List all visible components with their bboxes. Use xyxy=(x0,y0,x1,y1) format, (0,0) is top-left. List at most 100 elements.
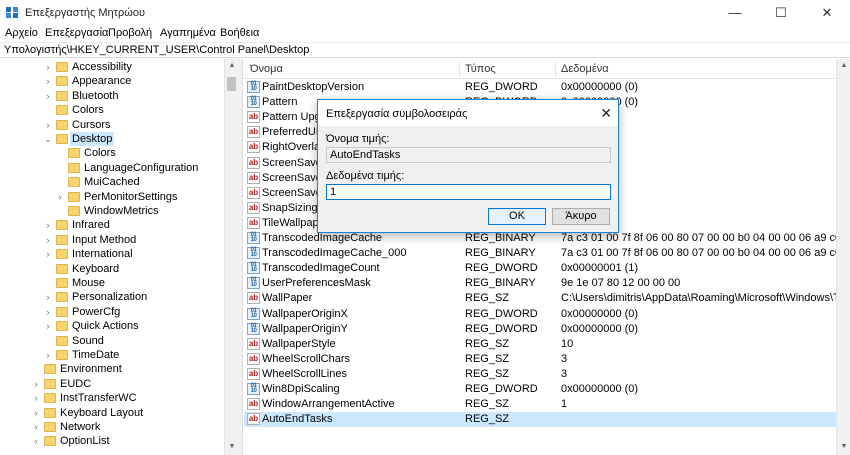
tree-item[interactable]: › PerMonitorSettings xyxy=(0,190,225,204)
table-row[interactable]: 01 10 TranscodedImageCache_000 REG_BINARY 7… xyxy=(244,246,836,261)
tree-item[interactable]: › Appearance xyxy=(0,74,225,88)
table-row[interactable]: ab AutoEndTasks REG_SZ xyxy=(244,412,836,428)
expand-icon[interactable]: › xyxy=(43,290,53,304)
tree-item[interactable]: › Keyboard Layout xyxy=(0,406,225,420)
table-row[interactable]: ab WallPaper REG_SZ C:\Users\dimitris\AppDa… xyxy=(244,291,836,306)
table-row[interactable]: ab WheelScrollLines REG_SZ 3 xyxy=(244,367,836,382)
expand-icon[interactable]: › xyxy=(43,218,53,232)
menu-edit[interactable]: Επεξεργασία xyxy=(45,27,108,39)
tree-item[interactable]: › TimeDate xyxy=(0,348,225,362)
tree-item[interactable]: Colors xyxy=(0,146,225,160)
collapse-icon[interactable]: ⌄ xyxy=(43,132,53,146)
tree-item[interactable]: › Personalization xyxy=(0,290,225,304)
list-scrollbar[interactable]: ▲ ▼ xyxy=(836,59,850,455)
value-name: Pattern xyxy=(262,96,298,109)
expand-icon[interactable]: › xyxy=(43,305,53,319)
folder-icon xyxy=(44,378,56,389)
tree-item[interactable]: MuiCached xyxy=(0,175,225,189)
tree-item[interactable]: › Accessibility xyxy=(0,60,225,74)
string-value-icon: ab xyxy=(247,413,260,426)
string-value-icon: ab xyxy=(247,337,260,350)
cancel-button[interactable]: Άκυρο xyxy=(552,208,610,225)
tree-item[interactable]: ⌄ Desktop xyxy=(0,132,225,146)
tree-item[interactable]: WindowMetrics xyxy=(0,204,225,218)
tree-item[interactable]: › Network xyxy=(0,420,225,434)
column-header-name[interactable]: Όνομα xyxy=(250,63,283,75)
table-row[interactable]: 01 10 PaintDesktopVersion REG_DWORD 0x00000… xyxy=(244,80,836,95)
list-header: Όνομα Τύπος Δεδομένα xyxy=(244,59,836,79)
table-row[interactable]: 01 10 UserPreferencesMask REG_BINARY 9e 1e … xyxy=(244,276,836,291)
tree-scroll-thumb[interactable] xyxy=(227,77,236,91)
expand-icon[interactable]: › xyxy=(31,377,41,391)
value-data: 1 xyxy=(561,398,568,411)
folder-icon xyxy=(56,105,68,116)
tree-item[interactable]: LanguageConfiguration xyxy=(0,161,225,175)
column-header-data[interactable]: Δεδομένα xyxy=(561,63,609,75)
expand-icon[interactable]: › xyxy=(43,118,53,132)
expand-icon[interactable]: › xyxy=(43,247,53,261)
table-row[interactable]: 01 10 TranscodedImageCount REG_DWORD 0x0000… xyxy=(244,261,836,276)
value-data-input[interactable]: 1 xyxy=(326,184,611,200)
minimize-button[interactable]: — xyxy=(712,0,758,26)
table-row[interactable]: ab WallpaperStyle REG_SZ 10 xyxy=(244,337,836,352)
expand-icon[interactable]: › xyxy=(43,348,53,362)
expand-icon[interactable]: › xyxy=(43,89,53,103)
tree-item-label: Mouse xyxy=(72,277,106,289)
expand-icon[interactable]: › xyxy=(43,60,53,74)
menu-view[interactable]: Προβολή xyxy=(108,27,152,39)
tree-item[interactable]: Mouse xyxy=(0,276,225,290)
expand-icon[interactable]: › xyxy=(55,190,65,204)
column-separator[interactable] xyxy=(555,61,556,77)
tree-scrollbar[interactable]: ▲ ▼ xyxy=(224,59,238,455)
expand-icon[interactable]: › xyxy=(43,233,53,247)
tree-item[interactable]: Keyboard xyxy=(0,262,225,276)
tree-item-label: Cursors xyxy=(72,118,111,131)
value-name: TranscodedImageCount xyxy=(262,262,380,275)
table-row[interactable]: ab WindowArrangementActive REG_SZ 1 xyxy=(244,397,836,412)
tree-item[interactable]: › Bluetooth xyxy=(0,89,225,103)
table-row[interactable]: 01 10 Win8DpiScaling REG_DWORD 0x00000000 (… xyxy=(244,382,836,397)
tree-item[interactable]: › InstTransferWC xyxy=(0,391,225,405)
expand-icon[interactable]: › xyxy=(31,420,41,434)
table-row[interactable]: 01 10 TranscodedImageCache REG_BINARY 7a c3… xyxy=(244,231,836,246)
column-separator[interactable] xyxy=(459,61,460,77)
address-bar[interactable]: Υπολογιστής\HKEY_CURRENT_USER\Control Pa… xyxy=(0,42,850,58)
table-row[interactable]: 01 10 WallpaperOriginY REG_DWORD 0x00000000… xyxy=(244,322,836,337)
expand-icon[interactable]: › xyxy=(43,319,53,333)
value-type: REG_SZ xyxy=(465,292,510,305)
ok-button[interactable]: OK xyxy=(488,208,546,225)
tree-item[interactable]: Sound xyxy=(0,334,225,348)
dialog-close-icon[interactable]: ✕ xyxy=(600,105,612,122)
pane-splitter[interactable] xyxy=(238,59,243,455)
expand-icon[interactable]: › xyxy=(31,434,41,448)
tree-item[interactable]: › International xyxy=(0,247,225,261)
close-window-button[interactable]: ✕ xyxy=(804,0,850,26)
tree-item[interactable]: › Cursors xyxy=(0,118,225,132)
scroll-down-icon[interactable]: ▼ xyxy=(225,443,239,450)
scroll-up-icon[interactable]: ▲ xyxy=(837,62,850,69)
table-row[interactable]: 01 10 WallpaperOriginX REG_DWORD 0x00000000… xyxy=(244,307,836,322)
tree-item[interactable]: › OptionList xyxy=(0,434,225,448)
tree-item[interactable]: Environment xyxy=(0,362,225,376)
expand-icon[interactable]: › xyxy=(31,391,41,405)
tree-item[interactable]: › Input Method xyxy=(0,233,225,247)
tree-item[interactable]: › Quick Actions xyxy=(0,319,225,333)
tree-item[interactable]: › EUDC xyxy=(0,377,225,391)
maximize-button[interactable]: ☐ xyxy=(758,0,804,26)
scroll-up-icon[interactable]: ▲ xyxy=(225,62,239,69)
menu-help[interactable]: Βοήθεια xyxy=(220,27,259,39)
value-data: 7a c3 01 00 7f 8f 06 00 80 07 00 00 b0 0… xyxy=(561,247,836,260)
folder-icon xyxy=(68,162,80,173)
expand-icon[interactable]: › xyxy=(31,406,41,420)
tree-item[interactable]: › Infrared xyxy=(0,218,225,232)
column-header-type[interactable]: Τύπος xyxy=(465,63,496,75)
tree-item-label: Bluetooth xyxy=(72,89,119,102)
expand-icon[interactable]: › xyxy=(43,74,53,88)
scroll-down-icon[interactable]: ▼ xyxy=(837,443,850,450)
menu-file[interactable]: Αρχείο xyxy=(5,27,38,39)
tree-item[interactable]: Colors xyxy=(0,103,225,117)
tree-item[interactable]: › PowerCfg xyxy=(0,305,225,319)
menu-favorites[interactable]: Αγαπημένα xyxy=(160,27,216,39)
folder-icon xyxy=(68,177,80,188)
table-row[interactable]: ab WheelScrollChars REG_SZ 3 xyxy=(244,352,836,367)
